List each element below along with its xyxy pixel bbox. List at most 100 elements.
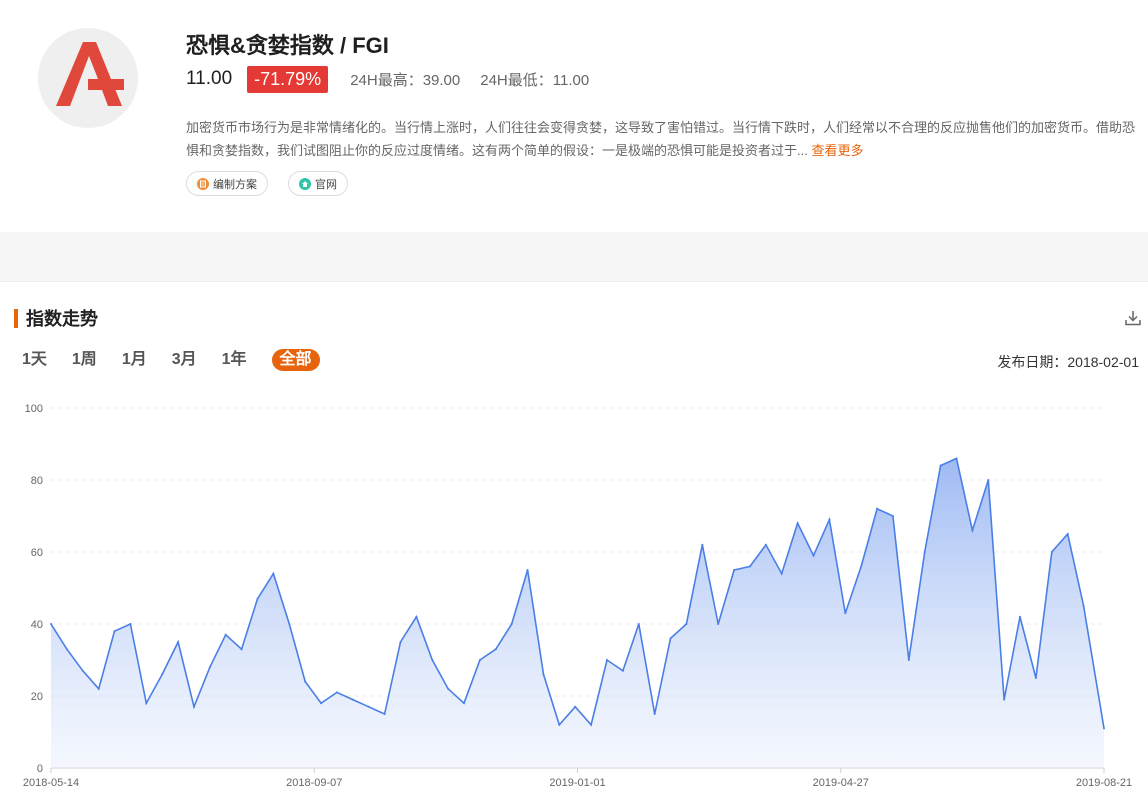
publish-date: 发布日期：2018-02-01 bbox=[997, 354, 1139, 370]
data-point bbox=[812, 554, 815, 557]
data-point bbox=[129, 623, 132, 625]
data-point bbox=[1019, 615, 1021, 618]
data-point bbox=[574, 705, 577, 708]
data-point bbox=[351, 698, 354, 701]
data-point bbox=[510, 623, 513, 625]
data-point bbox=[590, 723, 593, 726]
data-point bbox=[701, 543, 704, 546]
data-point bbox=[717, 623, 720, 625]
data-point bbox=[987, 479, 990, 481]
data-point bbox=[971, 529, 974, 532]
data-point bbox=[81, 669, 84, 672]
series-area bbox=[51, 458, 1104, 768]
data-point bbox=[288, 623, 291, 625]
data-point bbox=[447, 687, 450, 690]
methodology-label: 编制方案 bbox=[213, 178, 257, 191]
current-value: 11.00 bbox=[186, 68, 233, 89]
data-point bbox=[240, 648, 243, 651]
index-logo bbox=[38, 28, 138, 128]
document-icon bbox=[197, 177, 209, 190]
data-point bbox=[685, 623, 688, 625]
download-icon[interactable] bbox=[1124, 309, 1142, 327]
logo-a-icon bbox=[56, 42, 124, 106]
data-point bbox=[208, 666, 211, 669]
range-1m-button[interactable]: 1月 bbox=[122, 349, 147, 371]
range-1d-button[interactable]: 1天 bbox=[22, 349, 47, 371]
data-point bbox=[463, 702, 465, 705]
title-accent-bar bbox=[14, 308, 18, 328]
data-point bbox=[1066, 533, 1069, 535]
data-point bbox=[876, 507, 879, 510]
data-point bbox=[494, 648, 497, 651]
data-point bbox=[542, 673, 545, 676]
x-tick-label: 2019-04-27 bbox=[813, 777, 869, 789]
x-tick-label: 2019-01-01 bbox=[549, 777, 605, 789]
y-tick-label: 80 bbox=[31, 475, 43, 487]
range-3m-button[interactable]: 3月 bbox=[172, 349, 197, 371]
data-point bbox=[145, 702, 148, 705]
range-1w-button[interactable]: 1周 bbox=[72, 349, 97, 371]
data-point bbox=[320, 702, 323, 705]
y-tick-label: 20 bbox=[31, 691, 43, 703]
data-point bbox=[860, 565, 863, 568]
data-point bbox=[335, 691, 338, 694]
page-title: 恐惧&贪婪指数 / FGI bbox=[186, 33, 389, 58]
range-selector: 1天 1周 1月 3月 1年 全部 bbox=[22, 349, 345, 371]
x-tick-label: 2018-05-14 bbox=[23, 777, 79, 789]
data-point bbox=[606, 659, 608, 661]
data-point bbox=[844, 612, 847, 615]
data-point bbox=[399, 641, 402, 643]
price-row: 11.00 -71.79% 24H最高：39.00 24H最低：11.00 bbox=[186, 64, 609, 94]
website-tag[interactable]: 官网 bbox=[288, 171, 348, 196]
y-tick-label: 60 bbox=[31, 547, 43, 559]
data-point bbox=[177, 641, 180, 643]
data-point bbox=[383, 713, 386, 715]
data-point bbox=[1103, 727, 1105, 730]
fgi-area-chart[interactable]: 0 20 40 60 80 100 2018-05-14 2018-09-07 2019-01… bbox=[0, 395, 1148, 805]
data-point bbox=[828, 518, 831, 521]
high-24h: 24H最高：39.00 bbox=[350, 71, 461, 89]
view-more-link[interactable]: 查看更多 bbox=[811, 143, 863, 158]
description: 加密货币市场行为是非常情绪化的。当行情上涨时，人们往往会变得贪婪，这导致了害怕错… bbox=[186, 116, 1142, 162]
low-24h: 24H最低：11.00 bbox=[480, 71, 590, 89]
data-point bbox=[193, 705, 195, 708]
data-point bbox=[796, 522, 799, 525]
y-tick-label: 40 bbox=[31, 619, 43, 631]
range-1y-button[interactable]: 1年 bbox=[222, 349, 247, 371]
data-point bbox=[272, 572, 275, 575]
data-point bbox=[65, 648, 68, 651]
data-point bbox=[50, 623, 52, 625]
data-point bbox=[621, 669, 624, 672]
change-badge: -71.79% bbox=[247, 65, 329, 93]
data-point bbox=[431, 659, 434, 661]
data-point bbox=[367, 705, 370, 708]
data-point bbox=[1034, 677, 1037, 679]
data-point bbox=[733, 569, 736, 571]
x-tick-label: 2019-08-21 bbox=[1076, 777, 1132, 789]
y-tick-label: 0 bbox=[37, 763, 43, 775]
index-header: 恐惧&贪婪指数 / FGI 11.00 -71.79% 24H最高：39.00 … bbox=[0, 0, 1148, 232]
data-point bbox=[478, 659, 481, 661]
data-point bbox=[939, 464, 942, 467]
x-tick-label: 2018-09-07 bbox=[286, 777, 342, 789]
section-divider bbox=[0, 232, 1148, 282]
data-point bbox=[224, 633, 227, 636]
methodology-tag[interactable]: 编制方案 bbox=[186, 171, 268, 196]
description-text: 加密货币市场行为是非常情绪化的。当行情上涨时，人们往往会变得贪婪，这导致了害怕错… bbox=[186, 120, 1136, 158]
website-label: 官网 bbox=[315, 178, 337, 191]
data-point bbox=[304, 680, 307, 683]
data-point bbox=[637, 623, 640, 625]
home-icon bbox=[299, 177, 311, 190]
y-tick-label: 100 bbox=[25, 403, 43, 415]
data-point bbox=[113, 630, 116, 633]
data-point bbox=[1050, 551, 1053, 553]
data-point bbox=[526, 569, 529, 571]
data-point bbox=[256, 597, 259, 600]
data-point bbox=[558, 723, 561, 726]
data-point bbox=[1082, 605, 1085, 607]
data-point bbox=[923, 551, 926, 553]
data-point bbox=[891, 515, 894, 517]
data-point bbox=[780, 572, 783, 575]
section-title-text: 指数走势 bbox=[26, 309, 98, 329]
range-all-button[interactable]: 全部 bbox=[271, 349, 320, 371]
